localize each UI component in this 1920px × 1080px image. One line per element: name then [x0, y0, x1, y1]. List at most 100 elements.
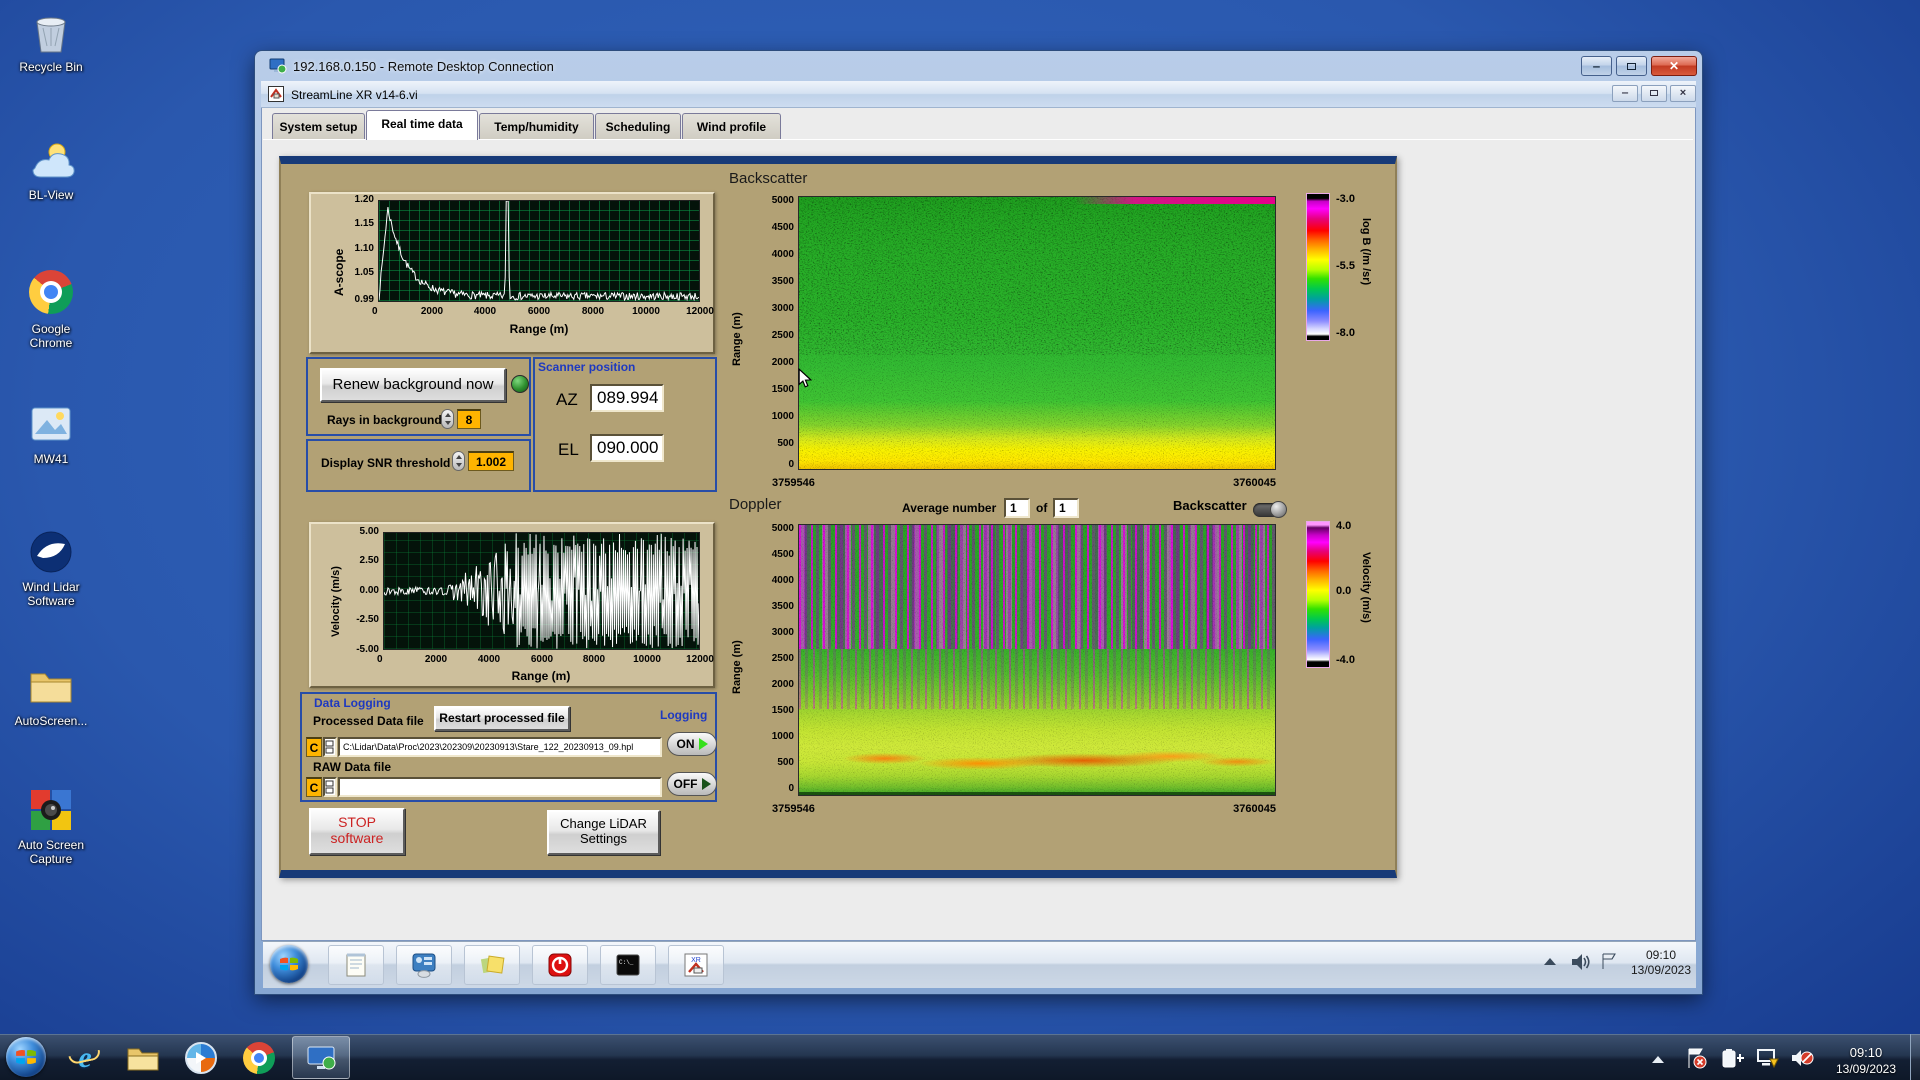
app-close-button[interactable]: × [1670, 85, 1696, 102]
processed-browse-icon[interactable] [323, 737, 337, 757]
remote-taskbar-notepad[interactable] [328, 945, 384, 985]
tab-scheduling[interactable]: Scheduling [595, 113, 681, 140]
host-start-button[interactable] [6, 1037, 46, 1077]
rays-label: Rays in background [327, 413, 442, 427]
scanner-position-title: Scanner position [538, 360, 636, 374]
app-title: StreamLine XR v14-6.vi [291, 88, 418, 102]
velocity-xlabel: Range (m) [511, 669, 571, 683]
az-value-field[interactable]: 089.994 [590, 384, 664, 412]
tab-system-setup[interactable]: System setup [272, 113, 365, 140]
remote-tray-chevron-icon[interactable] [1544, 958, 1556, 965]
restart-processed-file-button[interactable]: Restart processed file [434, 706, 570, 731]
backscatter-colorbar-label: log B (/m /sr) [1360, 218, 1372, 286]
doppler-orange-layer [799, 738, 1275, 779]
change-lidar-settings-button[interactable]: Change LiDAR Settings [547, 810, 660, 855]
remote-tray-volume-icon[interactable] [1570, 952, 1592, 977]
desktop-icon-wind-lidar[interactable]: Wind Lidar Software [12, 528, 90, 608]
ascope-plot [378, 200, 700, 302]
remote-start-button[interactable] [270, 945, 308, 983]
recycle-bin-icon [27, 8, 75, 56]
host-taskbar-media-player[interactable] [178, 1038, 224, 1078]
chrome-icon [27, 270, 75, 318]
host-taskbar-internet-explorer[interactable]: e [62, 1038, 108, 1078]
az-label: AZ [556, 390, 578, 409]
backscatter-ylabel: Range (m) [731, 312, 743, 366]
backscatter-x-start: 3759546 [772, 477, 815, 489]
doppler-x-end: 3760045 [1233, 803, 1276, 815]
backscatter-top-magenta-band [1075, 197, 1275, 204]
ascope-xlabel: Range (m) [509, 322, 569, 336]
host-taskbar-rdp-active[interactable] [292, 1036, 350, 1079]
host-tray-action-center-icon[interactable] [1684, 1046, 1708, 1075]
tab-wind-profile[interactable]: Wind profile [682, 113, 781, 140]
processed-data-file-label: Processed Data file [313, 714, 424, 728]
app-minimize-button[interactable]: ‒ [1612, 85, 1638, 102]
remote-taskbar-streamline-xr[interactable]: XR [668, 945, 724, 985]
host-taskbar-explorer-folder[interactable] [120, 1038, 166, 1078]
app-titlebar [261, 81, 1696, 108]
doppler-ground-line [799, 792, 1275, 795]
remote-taskbar-command-prompt[interactable]: C:\_ [600, 945, 656, 985]
mw41-icon [27, 400, 75, 448]
doppler-heatmap [798, 524, 1276, 796]
backscatter-toggle[interactable] [1253, 501, 1287, 518]
host-tray-volume-muted-icon[interactable] [1789, 1046, 1815, 1075]
stop-software-button[interactable]: STOP software [309, 808, 405, 855]
processed-drive-box[interactable]: C [306, 737, 322, 757]
remote-tray-network-icon[interactable] [1600, 951, 1622, 976]
host-clock[interactable]: 09:10 13/09/2023 [1824, 1044, 1908, 1078]
bl-view-icon [27, 136, 75, 184]
desktop-icon-auto-screen-capture[interactable]: Auto Screen Capture [12, 786, 90, 866]
average-number-label: Average number [902, 501, 997, 515]
svg-text:C:\_: C:\_ [619, 959, 634, 966]
remote-taskbar-sticky-notes[interactable] [464, 945, 520, 985]
remote-clock[interactable]: 09:10 13/09/2023 [1622, 948, 1700, 978]
data-logging-title: Data Logging [314, 696, 391, 710]
raw-path-field[interactable] [338, 777, 662, 797]
average-count-field[interactable]: 1 [1053, 498, 1079, 518]
auto-screen-capture-icon [27, 786, 75, 834]
el-value-field[interactable]: 090.000 [590, 434, 664, 462]
remote-taskbar-control-panel[interactable] [396, 945, 452, 985]
desktop-icon-recycle-bin[interactable]: Recycle Bin [12, 8, 90, 74]
scanner-position-box [533, 357, 717, 492]
backscatter-heatmap [798, 196, 1276, 470]
backscatter-toggle-label: Backscatter [1173, 498, 1247, 513]
average-number-field[interactable]: 1 [1004, 498, 1030, 518]
desktop-icon-google-chrome[interactable]: Google Chrome [12, 268, 90, 350]
tab-temp-humidity[interactable]: Temp/humidity [479, 113, 594, 140]
host-taskbar-chrome[interactable] [236, 1038, 282, 1078]
rdp-maximize-button[interactable] [1616, 56, 1647, 76]
host-tray-network-warning-icon[interactable] [1755, 1046, 1781, 1075]
of-label: of [1036, 501, 1048, 515]
processed-path-field[interactable]: C:\Lidar\Data\Proc\2023\202309\20230913\… [338, 737, 662, 757]
host-tray-battery-icon[interactable] [1720, 1046, 1746, 1075]
rdp-icon [269, 58, 287, 74]
host-tray-chevron-icon[interactable] [1652, 1056, 1664, 1063]
snr-value-field[interactable]: 1.002 [468, 451, 514, 471]
mouse-cursor [798, 367, 813, 394]
velocity-ylabel: Velocity (m/s) [330, 566, 342, 637]
rays-spinner[interactable] [441, 409, 454, 429]
renew-background-button[interactable]: Renew background now [320, 368, 506, 402]
rays-value-field[interactable]: 8 [457, 409, 481, 429]
desktop-icon-bl-view[interactable]: BL-View [12, 136, 90, 202]
show-desktop-button[interactable] [1910, 1034, 1920, 1080]
raw-drive-box[interactable]: C [306, 777, 322, 797]
app-vi-icon [268, 86, 284, 102]
rdp-close-button[interactable]: ✕ [1651, 56, 1697, 76]
desktop-icon-autoscreen-folder[interactable]: AutoScreen... [12, 662, 90, 728]
desktop-icon-mw41[interactable]: MW41 [12, 400, 90, 466]
processed-logging-on-button[interactable]: ON [667, 732, 717, 756]
renew-led [511, 375, 529, 393]
doppler-colorbar [1306, 521, 1330, 668]
backscatter-title: Backscatter [729, 170, 808, 187]
snr-spinner[interactable] [452, 451, 465, 471]
remote-taskbar-power-app[interactable] [532, 945, 588, 985]
tab-real-time-data[interactable]: Real time data [366, 110, 478, 140]
host-taskbar [0, 1034, 1920, 1080]
rdp-minimize-button[interactable]: ‒ [1581, 56, 1612, 76]
raw-logging-off-button[interactable]: OFF [667, 772, 717, 796]
app-restore-button[interactable] [1641, 85, 1667, 102]
raw-browse-icon[interactable] [323, 777, 337, 797]
